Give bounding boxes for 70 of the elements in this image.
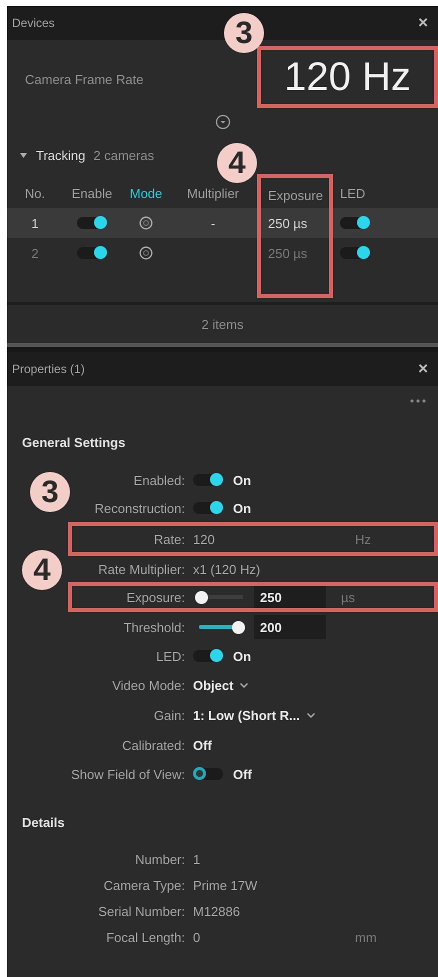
field-label: Focal Length: [106, 930, 185, 944]
dropdown[interactable]: Object [193, 678, 234, 692]
field-label: Rate: [154, 532, 185, 546]
toggle-value: Off [233, 766, 252, 782]
table-cell: 250 µs [257, 238, 333, 268]
input-field[interactable]: 200 [254, 615, 326, 639]
field-label: Rate Multiplier: [98, 562, 185, 576]
field-label: Reconstruction: [94, 500, 185, 516]
section-title: Details [21, 814, 66, 832]
toggle-switch[interactable] [193, 650, 223, 662]
field-label: Calibrated: [122, 738, 185, 752]
field-label: Camera Type: [104, 878, 185, 892]
field-value: M12886 [193, 904, 241, 918]
table-cell-text: 2 [30, 244, 40, 262]
table-cell: 250 µs [257, 208, 333, 238]
field-value: Off [193, 738, 212, 752]
unit-label: µs [341, 590, 355, 604]
mode-icon [139, 246, 153, 260]
panel-title: Devices [12, 16, 55, 30]
toggle-switch[interactable] [340, 247, 370, 259]
field-label: LED: [156, 648, 185, 664]
slider-handle[interactable] [232, 620, 245, 634]
field-label: Threshold: [124, 620, 185, 634]
field-value: x1 (120 Hz) [193, 562, 262, 576]
table-row[interactable] [7, 208, 438, 238]
panel-title: Properties (1) [12, 362, 85, 376]
field-label: Exposure: [126, 590, 185, 604]
field-value: 0 [193, 930, 202, 944]
column-header[interactable]: Mode [121, 170, 171, 208]
unit-label: mm [355, 930, 377, 944]
toggle-switch[interactable] [193, 502, 223, 514]
field-label: Number: [135, 852, 185, 866]
table-cell-text: 1 [30, 214, 40, 232]
toggle-switch[interactable] [193, 474, 223, 486]
field-label: Gain: [154, 708, 185, 722]
field-label: Serial Number: [98, 904, 185, 918]
toggle-switch[interactable] [193, 768, 223, 780]
input-field[interactable]: 250 [254, 585, 326, 609]
table-cell-text: - [210, 214, 216, 232]
close-button[interactable]: × [418, 13, 428, 33]
toggle-switch[interactable] [340, 217, 370, 229]
field-value[interactable]: 120 [193, 532, 345, 546]
mode-icon [139, 216, 153, 230]
field-value: 1 [193, 852, 202, 866]
dropdown[interactable]: 1: Low (Short R... [193, 708, 300, 722]
group-title[interactable]: Tracking [36, 148, 86, 162]
expand-icon [215, 114, 231, 130]
frame-rate-value: 120 Hz [257, 46, 438, 108]
column-header[interactable]: No. [7, 170, 63, 208]
column-header[interactable]: LED [333, 170, 387, 208]
section-title: General Settings [21, 434, 126, 452]
item-count: 2 items [7, 302, 438, 347]
field-value: Prime 17W [193, 878, 258, 892]
toggle-value: On [233, 648, 252, 664]
chevron-down-icon [239, 681, 250, 689]
toggle-value: On [233, 472, 252, 488]
column-header[interactable]: Enable [63, 170, 121, 208]
unit-label: Hz [355, 532, 371, 546]
field-label: Video Mode: [112, 678, 185, 692]
field-label: Show Field of View: [71, 766, 185, 782]
chevron-down-icon [306, 711, 316, 719]
slider-handle[interactable] [195, 590, 208, 604]
close-button[interactable]: × [418, 359, 428, 379]
toggle-value: On [233, 500, 252, 516]
field-label: Enabled: [134, 472, 185, 488]
setting-label: Camera Frame Rate [25, 72, 144, 87]
toggle-switch[interactable] [77, 217, 107, 229]
camera-count: 2 cameras [93, 148, 154, 162]
toggle-switch[interactable] [77, 247, 107, 259]
more-icon [410, 399, 426, 403]
